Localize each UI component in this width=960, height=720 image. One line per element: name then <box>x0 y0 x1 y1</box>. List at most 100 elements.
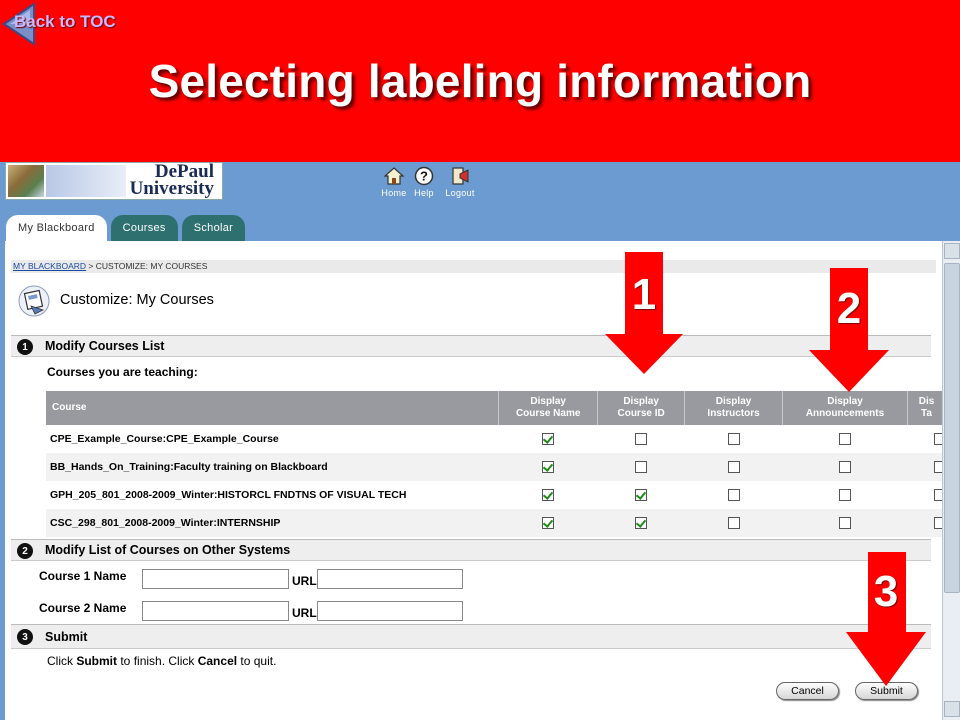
tab-bar: My Blackboard Courses Scholar <box>6 215 246 241</box>
checkbox-display-tasks[interactable] <box>933 433 942 446</box>
table-row: BB_Hands_On_Training:Faculty training on… <box>46 453 942 481</box>
checkbox-cell <box>908 425 942 453</box>
slide: Back to TOC Selecting labeling informati… <box>0 0 960 720</box>
column-header-display-tasks: Dis Ta <box>907 391 942 425</box>
table-row: CSC_298_801_2008-2009_Winter:INTERNSHIP <box>46 509 942 537</box>
table-row: CPE_Example_Course:CPE_Example_Course <box>46 425 942 453</box>
step-number-1: 1 <box>17 339 33 355</box>
checkbox-cell <box>783 425 908 453</box>
top-nav: Home ? Help Logout <box>380 166 480 198</box>
help-button[interactable]: ? Help <box>410 166 438 198</box>
home-icon <box>384 167 404 185</box>
checkbox-cell <box>597 453 685 481</box>
table-header-row: Course Display Course Name Display Course … <box>46 391 942 425</box>
scroll-down-button[interactable] <box>944 701 960 717</box>
logo-line-2: University <box>129 178 214 199</box>
section-title: Submit <box>45 629 88 644</box>
checkbox-display-course-name[interactable] <box>542 517 555 530</box>
checkbox-cell <box>907 509 942 537</box>
checkbox-cell <box>598 481 685 509</box>
annotation-number-1: 1 <box>631 270 657 319</box>
logout-label: Logout <box>445 188 475 198</box>
tab-my-blackboard[interactable]: My Blackboard <box>6 215 107 241</box>
checkbox-display-tasks[interactable] <box>933 489 942 502</box>
column-header-course: Course <box>46 391 500 425</box>
vertical-scrollbar[interactable] <box>942 241 960 720</box>
checkbox-display-course-id[interactable] <box>635 433 648 446</box>
checkbox-cell <box>782 509 908 537</box>
scroll-thumb[interactable] <box>944 263 960 593</box>
checkbox-cell <box>598 425 685 453</box>
checkbox-display-course-name[interactable] <box>542 433 555 446</box>
annotation-arrow-3: 3 <box>846 552 926 686</box>
breadcrumb-separator: > <box>86 261 96 271</box>
checkbox-display-instructors[interactable] <box>727 433 740 446</box>
course-name-cell: GPH_205_801_2008-2009_Winter:HISTORCL FN… <box>50 489 407 501</box>
column-header-display-course-name: Display Course Name <box>498 391 599 425</box>
checkbox-cell <box>499 425 598 453</box>
annotation-arrow-1: 1 <box>605 252 683 374</box>
checkbox-display-announcements[interactable] <box>839 433 851 446</box>
checkbox-cell <box>907 453 942 481</box>
checkbox-display-announcements[interactable] <box>839 517 851 530</box>
checkbox-display-course-id[interactable] <box>635 517 648 530</box>
campus-photo <box>8 165 44 197</box>
scroll-up-button[interactable] <box>944 243 960 259</box>
step-number-3: 3 <box>17 629 33 645</box>
checkbox-cell <box>597 509 685 537</box>
table-row: GPH_205_801_2008-2009_Winter:HISTORCL FN… <box>46 481 942 509</box>
checkbox-display-announcements[interactable] <box>839 461 851 474</box>
main-content: MY BLACKBOARD > CUSTOMIZE: MY COURSES Cu… <box>5 241 942 720</box>
cancel-button[interactable]: Cancel <box>776 682 839 700</box>
checkbox-cell <box>498 509 598 537</box>
help-label: Help <box>414 188 434 198</box>
courses-table: Course Display Course Name Display Course … <box>46 391 942 537</box>
checkbox-display-tasks[interactable] <box>933 517 942 530</box>
checkbox-display-announcements[interactable] <box>839 489 851 502</box>
checkbox-cell <box>782 453 908 481</box>
submit-instructions: Click Submit to finish. Click Cancel to … <box>47 654 277 668</box>
checkbox-display-course-name[interactable] <box>542 461 555 474</box>
home-label: Home <box>381 188 407 198</box>
checkbox-cell <box>498 453 598 481</box>
course-2-url-input[interactable] <box>317 601 463 621</box>
checkbox-cell <box>783 481 908 509</box>
checkbox-display-course-id[interactable] <box>635 461 648 474</box>
courses-teaching-label: Courses you are teaching: <box>47 365 198 379</box>
checkbox-display-instructors[interactable] <box>727 489 740 502</box>
back-to-toc-link[interactable]: Back to TOC <box>14 12 116 32</box>
breadcrumb-root-link[interactable]: MY BLACKBOARD <box>13 261 86 271</box>
home-button[interactable]: Home <box>380 166 408 198</box>
checkbox-cell <box>908 481 942 509</box>
checkbox-cell <box>499 481 598 509</box>
blackboard-window: DePaul University Home ? Help Logout My … <box>0 162 960 720</box>
svg-text:?: ? <box>420 169 428 184</box>
section-title: Modify List of Courses on Other Systems <box>45 543 291 557</box>
checkbox-display-course-id[interactable] <box>635 489 648 502</box>
annotation-number-3: 3 <box>873 567 899 616</box>
course-2-name-label: Course 2 Name <box>39 601 127 615</box>
course-1-url-label: URL <box>292 574 317 588</box>
checkbox-display-tasks[interactable] <box>933 461 942 474</box>
tab-courses[interactable]: Courses <box>110 215 178 241</box>
course-1-name-label: Course 1 Name <box>39 569 127 583</box>
course-2-name-input[interactable] <box>142 601 289 621</box>
checkbox-cell <box>684 453 783 481</box>
checkbox-cell <box>685 481 783 509</box>
course-1-name-input[interactable] <box>142 569 289 589</box>
checkbox-display-instructors[interactable] <box>727 461 740 474</box>
slide-header: Back to TOC Selecting labeling informati… <box>0 0 960 162</box>
tab-scholar[interactable]: Scholar <box>181 215 246 241</box>
checkbox-cell <box>685 425 783 453</box>
column-header-display-instructors: Display Instructors <box>684 391 784 425</box>
checkbox-display-instructors[interactable] <box>727 517 740 530</box>
logout-button[interactable]: Logout <box>440 166 480 198</box>
university-logo: DePaul University <box>5 162 223 200</box>
course-name-cell: BB_Hands_On_Training:Faculty training on… <box>46 453 499 481</box>
course-1-url-input[interactable] <box>317 569 463 589</box>
checkbox-display-course-name[interactable] <box>542 489 555 502</box>
help-icon: ? <box>414 166 434 186</box>
checkbox-cell <box>684 509 783 537</box>
column-header-display-announcements: Display Announcements <box>782 391 908 425</box>
page-title: Customize: My Courses <box>60 292 214 308</box>
